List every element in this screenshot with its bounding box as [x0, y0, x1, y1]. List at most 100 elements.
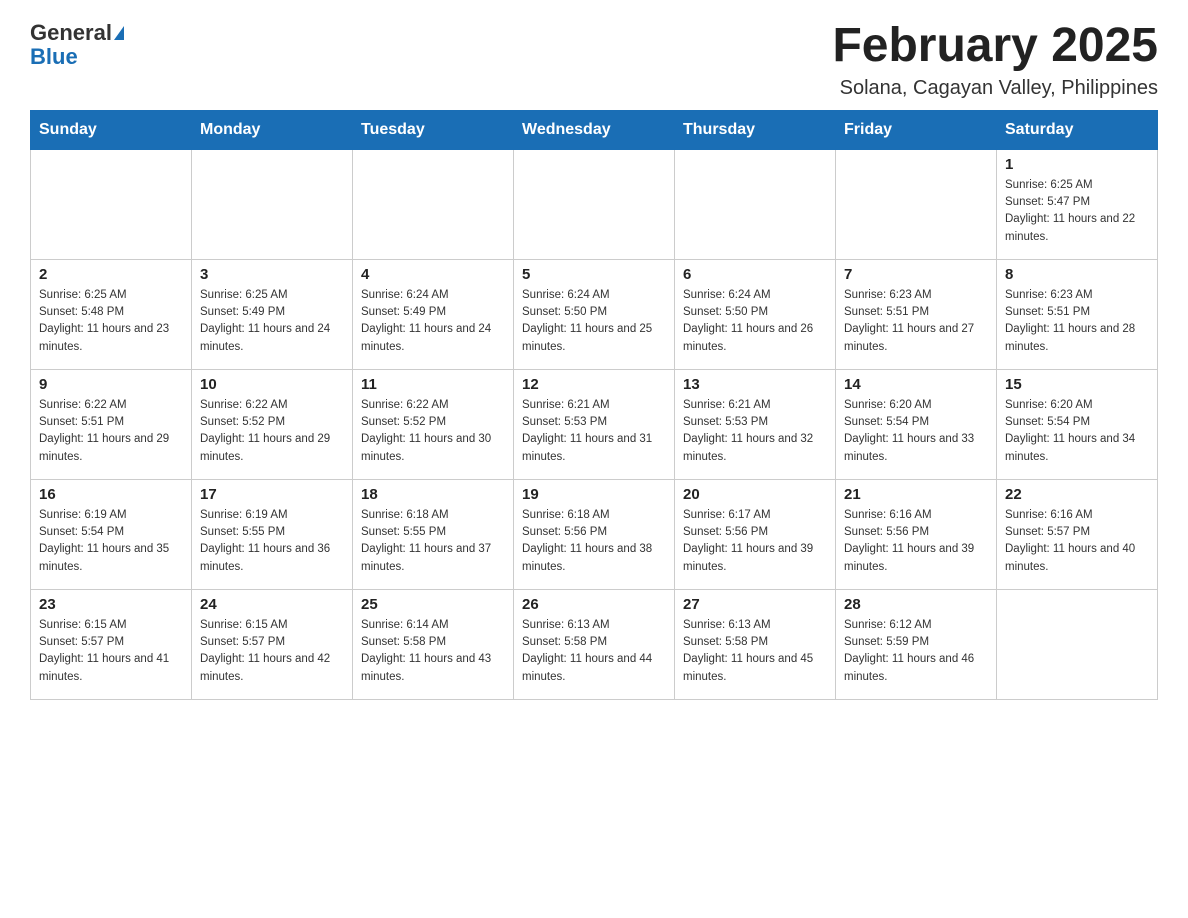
calendar-cell: 23 Sunrise: 6:15 AMSunset: 5:57 PMDayligh…: [31, 589, 192, 699]
cell-sun-info: Sunrise: 6:14 AMSunset: 5:58 PMDaylight:…: [361, 617, 505, 686]
calendar-cell: 25Sunrise: 6:14 AMSunset: 5:58 PMDayligh…: [353, 589, 514, 699]
calendar-cell: 10 Sunrise: 6:22 AMSunset: 5:52 PMDayligh…: [192, 369, 353, 479]
cell-sun-info: Sunrise: 6:24 AMSunset: 5:50 PMDaylight:…: [683, 287, 827, 356]
cell-day-number: 16: [39, 486, 183, 503]
calendar-cell: [514, 149, 675, 259]
cell-day-number: 4: [361, 266, 505, 283]
cell-sun-info: Sunrise: 6:20 AMSunset: 5:54 PMDaylight:…: [844, 397, 988, 466]
cell-sun-info: Sunrise: 6:25 AMSunset: 5:49 PMDaylight:…: [200, 287, 344, 356]
col-header-thursday: Thursday: [675, 110, 836, 149]
logo-blue-text: Blue: [30, 44, 78, 70]
calendar-cell: 27 Sunrise: 6:13 AMSunset: 5:58 PMDayligh…: [675, 589, 836, 699]
calendar-cell: 26 Sunrise: 6:13 AMSunset: 5:58 PMDayligh…: [514, 589, 675, 699]
calendar-week-row: 9Sunrise: 6:22 AMSunset: 5:51 PMDaylight…: [31, 369, 1158, 479]
calendar-week-row: 1 Sunrise: 6:25 AMSunset: 5:47 PMDaylight…: [31, 149, 1158, 259]
cell-day-number: 5: [522, 266, 666, 283]
cell-sun-info: Sunrise: 6:22 AMSunset: 5:51 PMDaylight:…: [39, 397, 183, 466]
cell-day-number: 1: [1005, 156, 1149, 173]
calendar-cell: 3 Sunrise: 6:25 AMSunset: 5:49 PMDaylight…: [192, 259, 353, 369]
cell-sun-info: Sunrise: 6:16 AMSunset: 5:56 PMDaylight:…: [844, 507, 988, 576]
cell-day-number: 13: [683, 376, 827, 393]
calendar-subtitle: Solana, Cagayan Valley, Philippines: [832, 77, 1158, 100]
logo-triangle-icon: [114, 26, 124, 40]
cell-sun-info: Sunrise: 6:20 AMSunset: 5:54 PMDaylight:…: [1005, 397, 1149, 466]
cell-sun-info: Sunrise: 6:15 AMSunset: 5:57 PMDaylight:…: [39, 617, 183, 686]
logo: General Blue: [30, 20, 126, 70]
calendar-cell: 21 Sunrise: 6:16 AMSunset: 5:56 PMDayligh…: [836, 479, 997, 589]
cell-day-number: 8: [1005, 266, 1149, 283]
cell-sun-info: Sunrise: 6:18 AMSunset: 5:56 PMDaylight:…: [522, 507, 666, 576]
calendar-week-row: 2 Sunrise: 6:25 AMSunset: 5:48 PMDaylight…: [31, 259, 1158, 369]
logo-general-text: General: [30, 20, 112, 46]
calendar-cell: 18Sunrise: 6:18 AMSunset: 5:55 PMDayligh…: [353, 479, 514, 589]
calendar-cell: 8 Sunrise: 6:23 AMSunset: 5:51 PMDaylight…: [997, 259, 1158, 369]
calendar-cell: [192, 149, 353, 259]
cell-day-number: 26: [522, 596, 666, 613]
cell-sun-info: Sunrise: 6:12 AMSunset: 5:59 PMDaylight:…: [844, 617, 988, 686]
cell-day-number: 19: [522, 486, 666, 503]
title-section: February 2025 Solana, Cagayan Valley, Ph…: [832, 20, 1158, 100]
calendar-week-row: 16Sunrise: 6:19 AMSunset: 5:54 PMDayligh…: [31, 479, 1158, 589]
col-header-monday: Monday: [192, 110, 353, 149]
calendar-header-row: SundayMondayTuesdayWednesdayThursdayFrid…: [31, 110, 1158, 149]
calendar-cell: 4 Sunrise: 6:24 AMSunset: 5:49 PMDaylight…: [353, 259, 514, 369]
calendar-cell: 11 Sunrise: 6:22 AMSunset: 5:52 PMDayligh…: [353, 369, 514, 479]
cell-sun-info: Sunrise: 6:24 AMSunset: 5:50 PMDaylight:…: [522, 287, 666, 356]
col-header-wednesday: Wednesday: [514, 110, 675, 149]
cell-day-number: 23: [39, 596, 183, 613]
cell-sun-info: Sunrise: 6:25 AMSunset: 5:47 PMDaylight:…: [1005, 177, 1149, 246]
cell-day-number: 21: [844, 486, 988, 503]
col-header-tuesday: Tuesday: [353, 110, 514, 149]
cell-day-number: 15: [1005, 376, 1149, 393]
cell-day-number: 10: [200, 376, 344, 393]
calendar-cell: 2 Sunrise: 6:25 AMSunset: 5:48 PMDaylight…: [31, 259, 192, 369]
calendar-cell: 24 Sunrise: 6:15 AMSunset: 5:57 PMDayligh…: [192, 589, 353, 699]
cell-sun-info: Sunrise: 6:13 AMSunset: 5:58 PMDaylight:…: [683, 617, 827, 686]
calendar-week-row: 23 Sunrise: 6:15 AMSunset: 5:57 PMDayligh…: [31, 589, 1158, 699]
cell-day-number: 11: [361, 376, 505, 393]
cell-sun-info: Sunrise: 6:13 AMSunset: 5:58 PMDaylight:…: [522, 617, 666, 686]
cell-sun-info: Sunrise: 6:25 AMSunset: 5:48 PMDaylight:…: [39, 287, 183, 356]
calendar-cell: 28 Sunrise: 6:12 AMSunset: 5:59 PMDayligh…: [836, 589, 997, 699]
calendar-cell: 14Sunrise: 6:20 AMSunset: 5:54 PMDayligh…: [836, 369, 997, 479]
cell-day-number: 2: [39, 266, 183, 283]
cell-sun-info: Sunrise: 6:22 AMSunset: 5:52 PMDaylight:…: [200, 397, 344, 466]
calendar-cell: 1 Sunrise: 6:25 AMSunset: 5:47 PMDaylight…: [997, 149, 1158, 259]
col-header-sunday: Sunday: [31, 110, 192, 149]
calendar-cell: 7 Sunrise: 6:23 AMSunset: 5:51 PMDaylight…: [836, 259, 997, 369]
cell-sun-info: Sunrise: 6:24 AMSunset: 5:49 PMDaylight:…: [361, 287, 505, 356]
cell-day-number: 27: [683, 596, 827, 613]
calendar-cell: [31, 149, 192, 259]
calendar-cell: 16Sunrise: 6:19 AMSunset: 5:54 PMDayligh…: [31, 479, 192, 589]
cell-sun-info: Sunrise: 6:23 AMSunset: 5:51 PMDaylight:…: [844, 287, 988, 356]
calendar-cell: 12 Sunrise: 6:21 AMSunset: 5:53 PMDayligh…: [514, 369, 675, 479]
cell-sun-info: Sunrise: 6:19 AMSunset: 5:55 PMDaylight:…: [200, 507, 344, 576]
calendar-cell: 15 Sunrise: 6:20 AMSunset: 5:54 PMDayligh…: [997, 369, 1158, 479]
page-header: General Blue February 2025 Solana, Cagay…: [30, 20, 1158, 100]
calendar-cell: [353, 149, 514, 259]
cell-day-number: 17: [200, 486, 344, 503]
cell-day-number: 20: [683, 486, 827, 503]
cell-sun-info: Sunrise: 6:22 AMSunset: 5:52 PMDaylight:…: [361, 397, 505, 466]
cell-sun-info: Sunrise: 6:23 AMSunset: 5:51 PMDaylight:…: [1005, 287, 1149, 356]
calendar-cell: 6Sunrise: 6:24 AMSunset: 5:50 PMDaylight…: [675, 259, 836, 369]
calendar-title: February 2025: [832, 20, 1158, 73]
calendar-cell: 9Sunrise: 6:22 AMSunset: 5:51 PMDaylight…: [31, 369, 192, 479]
calendar-cell: [675, 149, 836, 259]
cell-day-number: 24: [200, 596, 344, 613]
cell-day-number: 7: [844, 266, 988, 283]
cell-day-number: 12: [522, 376, 666, 393]
calendar-cell: 13Sunrise: 6:21 AMSunset: 5:53 PMDayligh…: [675, 369, 836, 479]
col-header-friday: Friday: [836, 110, 997, 149]
cell-sun-info: Sunrise: 6:15 AMSunset: 5:57 PMDaylight:…: [200, 617, 344, 686]
cell-sun-info: Sunrise: 6:16 AMSunset: 5:57 PMDaylight:…: [1005, 507, 1149, 576]
cell-sun-info: Sunrise: 6:21 AMSunset: 5:53 PMDaylight:…: [522, 397, 666, 466]
cell-day-number: 22: [1005, 486, 1149, 503]
cell-day-number: 28: [844, 596, 988, 613]
calendar-cell: 20 Sunrise: 6:17 AMSunset: 5:56 PMDayligh…: [675, 479, 836, 589]
cell-day-number: 3: [200, 266, 344, 283]
calendar-cell: 22 Sunrise: 6:16 AMSunset: 5:57 PMDayligh…: [997, 479, 1158, 589]
cell-sun-info: Sunrise: 6:17 AMSunset: 5:56 PMDaylight:…: [683, 507, 827, 576]
calendar-table: SundayMondayTuesdayWednesdayThursdayFrid…: [30, 110, 1158, 700]
col-header-saturday: Saturday: [997, 110, 1158, 149]
